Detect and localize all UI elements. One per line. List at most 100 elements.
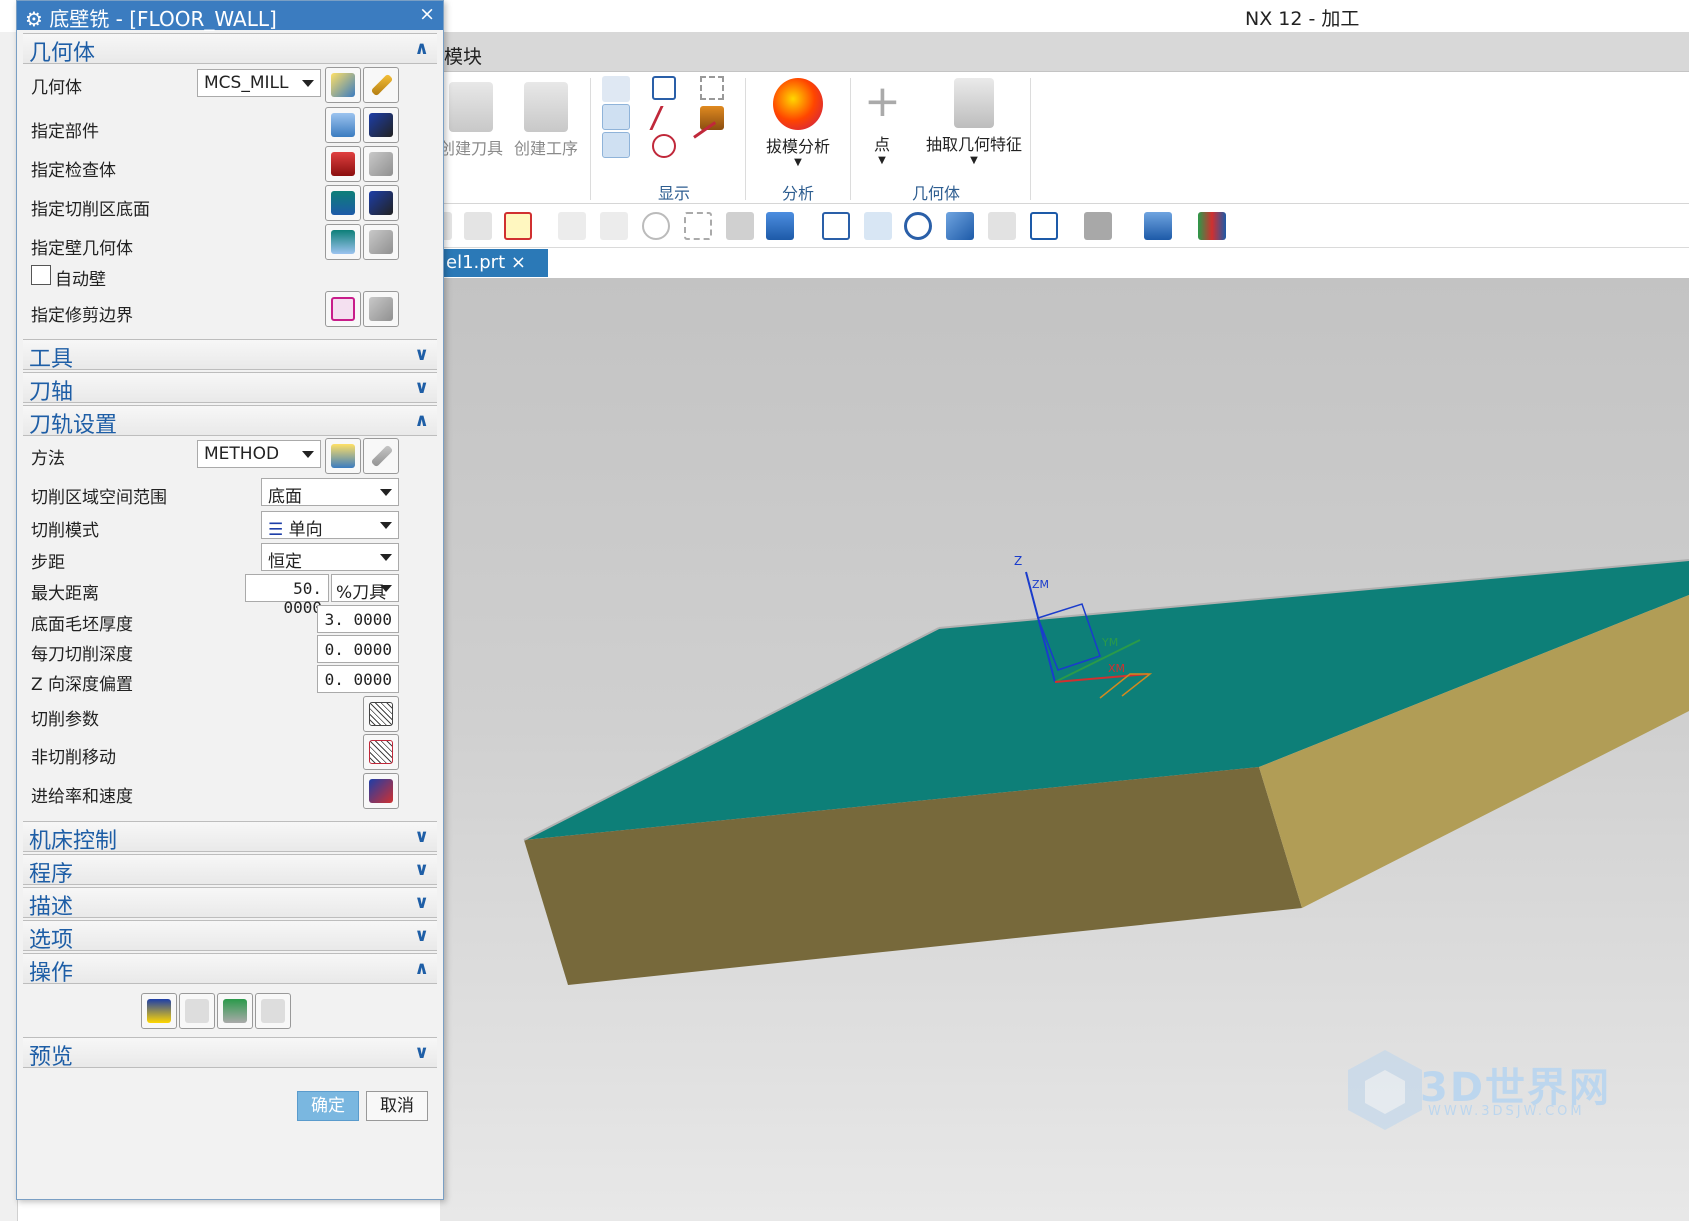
display-part-button[interactable] <box>363 107 399 143</box>
close-tab-icon[interactable]: × <box>511 252 526 273</box>
replay-icon <box>185 999 209 1023</box>
hexagon-icon[interactable] <box>642 212 670 240</box>
list-button[interactable] <box>255 993 291 1029</box>
hatch-edge-icon[interactable] <box>602 132 630 158</box>
depth-per-cut-input[interactable]: 0. 0000 <box>317 635 399 663</box>
chevron-down-icon <box>380 554 392 561</box>
display-check-button[interactable] <box>363 146 399 182</box>
perspective-icon[interactable] <box>946 212 974 240</box>
chevron-up-icon: ∧ <box>414 410 429 431</box>
wireframe-cube-icon[interactable] <box>684 212 712 240</box>
display-floor-button[interactable] <box>363 185 399 221</box>
section-description[interactable]: 描述 ∨ <box>23 887 437 920</box>
cut-params-button[interactable] <box>363 696 399 732</box>
display-wall-button[interactable] <box>363 224 399 260</box>
section-actions[interactable]: 操作 ∧ <box>23 953 437 986</box>
frame-icon[interactable] <box>652 76 676 100</box>
dialog-title: 底壁铣 - [FLOOR_WALL] <box>49 7 277 31</box>
stepover-label: 步距 <box>31 553 65 573</box>
specify-part-label: 指定部件 <box>31 122 99 142</box>
draft-analysis-button[interactable]: 拔模分析 ▼ <box>754 78 842 168</box>
file-tab[interactable]: el1.prt × <box>440 249 548 277</box>
specify-floor-button[interactable] <box>325 185 361 221</box>
specify-check-label: 指定检查体 <box>31 161 116 181</box>
specify-check-button[interactable] <box>325 146 361 182</box>
fit-view-icon[interactable] <box>1030 212 1058 240</box>
extract-geometry-button[interactable]: 抽取几何特征 ▼ <box>922 78 1026 166</box>
feeds-speeds-icon <box>369 779 393 803</box>
edit-geometry-button[interactable] <box>363 67 399 103</box>
ok-button[interactable]: 确定 <box>297 1091 359 1121</box>
module-label[interactable]: 模块 <box>444 42 482 69</box>
cut-region-select[interactable]: 底面 <box>261 478 399 506</box>
close-icon[interactable]: × <box>419 3 435 25</box>
chevron-down-icon: ∨ <box>414 1042 429 1063</box>
ribbon-separator <box>590 78 591 200</box>
extract-geometry-icon <box>954 78 994 128</box>
section-view-icon[interactable] <box>988 212 1016 240</box>
specify-trim-button[interactable] <box>325 291 361 327</box>
section-preview[interactable]: 预览 ∨ <box>23 1037 437 1070</box>
section-path-settings[interactable]: 刀轨设置 ∧ <box>23 405 437 438</box>
flashlight-disabled-icon <box>369 152 393 176</box>
section-machine-control[interactable]: 机床控制 ∨ <box>23 821 437 854</box>
select-filter-icon[interactable] <box>504 212 532 240</box>
snap-icon[interactable] <box>700 76 724 100</box>
generate-icon <box>147 999 171 1023</box>
display-trim-button[interactable] <box>363 291 399 327</box>
new-method-button[interactable] <box>325 438 361 474</box>
max-distance-input[interactable]: 50. 0000 <box>245 574 329 617</box>
chevron-down-icon <box>380 522 392 529</box>
point-button[interactable]: + 点 ▼ <box>862 78 902 167</box>
max-distance-unit-select[interactable]: %刀具 <box>331 574 399 602</box>
replay-button[interactable] <box>179 993 215 1029</box>
shaded-block-icon[interactable] <box>726 212 754 240</box>
ribbon-separator-4 <box>1030 78 1031 200</box>
stepover-select[interactable]: 恒定 <box>261 543 399 571</box>
feeds-button[interactable] <box>363 773 399 809</box>
new-geometry-button[interactable] <box>325 67 361 103</box>
floor-blank-input[interactable]: 3. 0000 <box>317 605 399 633</box>
assembly-icon[interactable] <box>600 212 628 240</box>
show-hide-icon[interactable] <box>1198 212 1226 240</box>
section-program[interactable]: 程序 ∨ <box>23 854 437 887</box>
draft-analysis-icon <box>773 78 823 130</box>
zoom-fit-icon[interactable] <box>822 212 850 240</box>
blue-cube-icon[interactable] <box>766 212 794 240</box>
pan-icon[interactable] <box>864 212 892 240</box>
rotate-snap-icon[interactable] <box>558 212 586 240</box>
rotate-icon[interactable] <box>904 212 932 240</box>
auto-wall-checkbox[interactable] <box>31 265 51 285</box>
hatch-face-icon[interactable] <box>602 104 630 130</box>
display-toggle-icon[interactable] <box>602 76 630 102</box>
edit-method-button[interactable] <box>363 438 399 474</box>
section-tools[interactable]: 工具 ∨ <box>23 339 437 372</box>
z-offset-input[interactable]: 0. 0000 <box>317 665 399 693</box>
chevron-down-icon <box>380 585 392 592</box>
ribbon-separator-2 <box>745 78 746 200</box>
cancel-button[interactable]: 取消 <box>366 1091 428 1121</box>
geometry-select[interactable]: MCS_MILL <box>197 69 321 97</box>
wall-icon <box>331 230 355 254</box>
circle-point-icon[interactable] <box>652 134 676 158</box>
method-select[interactable]: METHOD <box>197 440 321 468</box>
cut-pattern-select[interactable]: ☰ 单向 <box>261 511 399 539</box>
dialog-title-bar[interactable]: ⚙ 底壁铣 - [FLOOR_WALL] × <box>17 1 443 31</box>
section-geometry[interactable]: 几何体 ∧ <box>23 33 437 66</box>
filter-icon[interactable] <box>464 212 492 240</box>
render-style-icon[interactable] <box>1084 212 1112 240</box>
section-tool-axis[interactable]: 刀轴 ∨ <box>23 372 437 405</box>
section-options[interactable]: 选项 ∨ <box>23 920 437 953</box>
watermark-subtext: WWW.3DSJW.COM <box>1428 1104 1585 1119</box>
confirm-button[interactable] <box>217 993 253 1029</box>
generate-button[interactable] <box>141 993 177 1029</box>
non-cut-label: 非切削移动 <box>31 748 116 768</box>
orient-view-icon[interactable] <box>1144 212 1172 240</box>
specify-part-button[interactable] <box>325 107 361 143</box>
group-label-display: 显示 <box>658 184 691 203</box>
create-tool-button[interactable]: 创建刀具 <box>437 82 505 159</box>
non-cut-button[interactable] <box>363 734 399 770</box>
specify-wall-button[interactable] <box>325 224 361 260</box>
trim-boundary-icon <box>331 297 355 321</box>
create-operation-button[interactable]: 创建工序 <box>510 82 582 159</box>
